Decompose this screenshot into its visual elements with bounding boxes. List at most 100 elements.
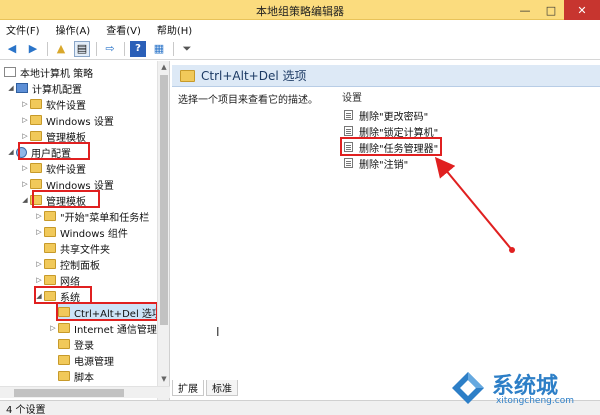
setting-label: 删除"更改密码" bbox=[359, 111, 429, 123]
watermark: 系统城 xitongcheng.com bbox=[448, 364, 598, 414]
tree-label: 电源管理 bbox=[74, 356, 114, 368]
watermark-logo-icon bbox=[452, 372, 484, 404]
show-tree-icon[interactable]: ▤ bbox=[74, 40, 90, 57]
scroll-up-icon[interactable]: ▲ bbox=[158, 61, 169, 73]
menu-action[interactable]: 操作(A) bbox=[56, 22, 91, 37]
scroll-down-icon[interactable]: ▼ bbox=[158, 373, 169, 385]
tree-label: Windows 设置 bbox=[46, 116, 114, 128]
tree-label: 控制面板 bbox=[60, 260, 100, 272]
expand-arrow-icon[interactable]: ▷ bbox=[20, 180, 30, 188]
tree-label: "开始"菜单和任务栏 bbox=[60, 212, 150, 224]
tree-label: 本地计算机 策略 bbox=[20, 68, 94, 80]
expand-arrow-icon[interactable]: ▷ bbox=[34, 212, 44, 220]
settings-column-header[interactable]: 设置 bbox=[342, 89, 362, 104]
expand-arrow-icon[interactable]: ▷ bbox=[34, 276, 44, 284]
window-title: 本地组策略编辑器 bbox=[256, 5, 344, 18]
folder-icon bbox=[30, 179, 42, 189]
tree-shared-folders[interactable]: 共享文件夹 bbox=[34, 240, 110, 256]
toolbar: ◀ ▶ ▲ ▤ ⇨ ? ▦ ⏷ bbox=[0, 38, 600, 60]
tree-internet[interactable]: ▷ Internet 通信管理 bbox=[48, 320, 157, 336]
tree-label: 脚本 bbox=[74, 372, 94, 384]
toolbar-separator bbox=[96, 41, 97, 56]
tree-uc-software[interactable]: ▷ 软件设置 bbox=[20, 160, 86, 176]
expand-arrow-icon[interactable]: ▷ bbox=[20, 164, 30, 172]
expand-arrow-icon[interactable]: ◢ bbox=[6, 148, 16, 156]
folder-icon bbox=[58, 371, 70, 381]
text-cursor-icon: I bbox=[216, 325, 220, 339]
tree-root[interactable]: 本地计算机 策略 bbox=[4, 64, 93, 80]
tree-label: Internet 通信管理 bbox=[74, 324, 157, 336]
help-icon[interactable]: ? bbox=[130, 40, 146, 57]
tree-logon[interactable]: 登录 bbox=[58, 336, 94, 352]
menu-view[interactable]: 查看(V) bbox=[106, 22, 141, 37]
title-bar: 本地组策略编辑器 — □ ✕ bbox=[0, 0, 600, 20]
scroll-thumb[interactable] bbox=[160, 75, 168, 325]
menu-bar: 文件(F) 操作(A) 查看(V) 帮助(H) bbox=[0, 20, 600, 38]
tree-cc-software[interactable]: ▷ 软件设置 bbox=[20, 96, 86, 112]
back-arrow-icon[interactable]: ◀ bbox=[4, 41, 20, 57]
folder-icon bbox=[58, 323, 70, 333]
properties-icon[interactable]: ▦ bbox=[151, 41, 167, 57]
expand-arrow-icon[interactable]: ▷ bbox=[20, 132, 30, 140]
tab-extended[interactable]: 扩展 bbox=[172, 380, 204, 396]
policy-setting-icon bbox=[344, 126, 353, 136]
folder-icon bbox=[180, 69, 195, 82]
filter-icon[interactable]: ⏷ bbox=[179, 41, 195, 57]
description-text: 选择一个项目来查看它的描述。 bbox=[178, 95, 318, 106]
menu-file[interactable]: 文件(F) bbox=[6, 22, 40, 37]
details-pane: Ctrl+Alt+Del 选项 选择一个项目来查看它的描述。 设置 删除"更改密… bbox=[172, 61, 600, 401]
expand-arrow-icon[interactable]: ▷ bbox=[34, 228, 44, 236]
setting-remove-change-password[interactable]: 删除"更改密码" bbox=[344, 107, 428, 123]
toolbar-separator bbox=[124, 41, 125, 56]
tree-label: 计算机配置 bbox=[32, 84, 82, 96]
highlight-admin-templates bbox=[32, 190, 100, 208]
setting-remove-logoff[interactable]: 删除"注销" bbox=[344, 155, 408, 171]
tree-vertical-scrollbar[interactable]: ▲ ▼ bbox=[157, 61, 169, 401]
watermark-url: xitongcheng.com bbox=[496, 396, 574, 406]
expand-arrow-icon[interactable]: ◢ bbox=[6, 84, 16, 92]
toolbar-separator bbox=[47, 41, 48, 56]
section-title: Ctrl+Alt+Del 选项 bbox=[201, 69, 307, 83]
forward-arrow-icon[interactable]: ▶ bbox=[25, 41, 41, 57]
expand-arrow-icon[interactable]: ▷ bbox=[34, 260, 44, 268]
expand-arrow-icon[interactable]: ▷ bbox=[20, 100, 30, 108]
tree-label: 共享文件夹 bbox=[60, 244, 110, 256]
scroll-thumb[interactable] bbox=[14, 389, 124, 397]
close-button[interactable]: ✕ bbox=[564, 0, 600, 20]
menu-help[interactable]: 帮助(H) bbox=[157, 22, 192, 37]
tree-win-components[interactable]: ▷ Windows 组件 bbox=[34, 224, 128, 240]
maximize-button[interactable]: □ bbox=[538, 0, 564, 20]
folder-icon bbox=[44, 243, 56, 253]
folder-icon bbox=[44, 275, 56, 285]
expand-arrow-icon[interactable]: ▷ bbox=[20, 116, 30, 124]
status-text: 4 个设置 bbox=[6, 404, 46, 415]
tree-scripts[interactable]: 脚本 bbox=[58, 368, 94, 384]
highlight-task-manager bbox=[340, 137, 442, 156]
tree-control-panel[interactable]: ▷ 控制面板 bbox=[34, 256, 100, 272]
tree-label: Windows 组件 bbox=[60, 228, 128, 240]
tab-standard[interactable]: 标准 bbox=[206, 380, 238, 396]
tree-power[interactable]: 电源管理 bbox=[58, 352, 114, 368]
policy-setting-icon bbox=[344, 158, 353, 168]
folder-icon bbox=[58, 339, 70, 349]
up-folder-icon[interactable]: ▲ bbox=[53, 41, 69, 57]
folder-icon bbox=[44, 211, 56, 221]
policy-tree: 本地计算机 策略 ◢ 计算机配置 ▷ 软件设置 ▷ Windows 设置 ▷ 管… bbox=[0, 61, 170, 401]
view-tabs: 扩展 标准 bbox=[172, 380, 240, 396]
folder-icon bbox=[44, 259, 56, 269]
minimize-button[interactable]: — bbox=[512, 0, 538, 20]
expand-arrow-icon[interactable]: ◢ bbox=[20, 196, 30, 204]
policy-setting-icon bbox=[344, 110, 353, 120]
toolbar-separator bbox=[173, 41, 174, 56]
tree-horizontal-scrollbar[interactable] bbox=[0, 386, 170, 398]
folder-icon bbox=[30, 163, 42, 173]
tree-computer-config[interactable]: ◢ 计算机配置 bbox=[6, 80, 82, 96]
highlight-user-config bbox=[18, 142, 90, 160]
folder-icon bbox=[30, 115, 42, 125]
expand-arrow-icon[interactable]: ▷ bbox=[48, 324, 58, 332]
folder-icon bbox=[30, 99, 42, 109]
tree-start-menu[interactable]: ▷ "开始"菜单和任务栏 bbox=[34, 208, 149, 224]
folder-icon bbox=[30, 131, 42, 141]
export-list-icon[interactable]: ⇨ bbox=[102, 41, 118, 57]
tree-cc-windows[interactable]: ▷ Windows 设置 bbox=[20, 112, 114, 128]
